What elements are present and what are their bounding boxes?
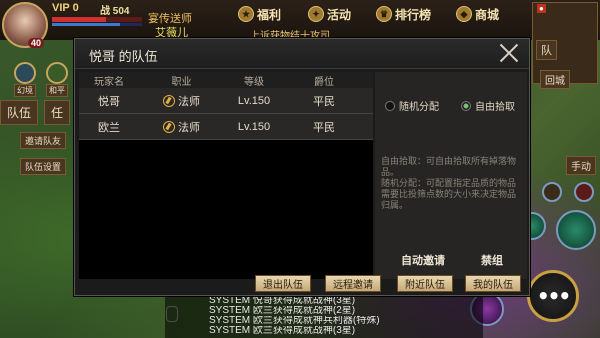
mp-bar — [52, 23, 142, 26]
loot-description: 自由拾取：可自由拾取所有掉落物品。 随机分配：可配置指定品质的物品需要比投筛点数… — [381, 156, 517, 210]
skill-icon-1[interactable] — [556, 210, 596, 250]
shop-icon: ◆ — [456, 6, 472, 22]
random-distribution-option[interactable]: 随机分配 — [385, 98, 439, 113]
auto-invite-toggle[interactable]: 自动邀请 — [401, 252, 445, 268]
member-level: Lv.150 — [237, 120, 271, 133]
peace-mode-icon[interactable] — [46, 62, 68, 84]
peace-mode-label: 和平 — [46, 84, 68, 97]
more-icon: ••• — [536, 284, 571, 308]
free-pickup-option[interactable]: 自由拾取 — [461, 98, 515, 113]
forbid-team-toggle[interactable]: 禁组 — [481, 252, 503, 268]
col-rank: 爵位 — [314, 76, 334, 88]
flag-icon: ✦ — [308, 6, 324, 22]
my-team-button[interactable]: 我的队伍 — [465, 275, 521, 292]
table-header: 玩家名 职业 等级 爵位 — [79, 72, 373, 88]
dialog-header: 悦哥 的队伍 — [75, 39, 529, 69]
col-player-name: 玩家名 — [94, 76, 124, 88]
invite-teammate-button[interactable]: 邀请队友 — [20, 132, 67, 149]
random-radio[interactable] — [385, 100, 395, 111]
table-row[interactable]: 悦哥 法师 Lv.150 平民 — [79, 88, 373, 114]
close-icon[interactable] — [499, 43, 519, 63]
chat-line: SYSTEM 欧兰获得成就神兵利器(特殊) — [209, 316, 380, 326]
member-name: 欧兰 — [98, 121, 120, 134]
events-button[interactable]: ✦ 活动 — [308, 3, 351, 25]
member-rank: 平民 — [313, 95, 335, 108]
member-name: 悦哥 — [98, 95, 120, 108]
team-settings-button[interactable]: 队伍设置 — [20, 158, 67, 175]
team-member-table: 玩家名 职业 等级 爵位 悦哥 法师 Lv.150 平民 欧兰 法师 Lv.15… — [79, 72, 373, 279]
member-class: 法师 — [139, 93, 224, 109]
chat-line: SYSTEM 欧兰获得成就战神(3星) — [209, 326, 356, 336]
illusion-label: 幻境 — [14, 84, 36, 97]
leaderboard-button[interactable]: ♛ 排行榜 — [376, 3, 431, 25]
chat-line: SYSTEM 悦哥获得成就战神(3星) — [209, 296, 356, 306]
member-class: 法师 — [139, 119, 224, 135]
hp-bar — [52, 17, 142, 22]
col-level: 等级 — [244, 76, 264, 88]
item-slot-1[interactable] — [542, 182, 562, 202]
leave-team-button[interactable]: 退出队伍 — [255, 275, 311, 292]
player-level-badge: 40 — [28, 38, 45, 48]
trophy-icon: ♛ — [376, 6, 392, 22]
team-side-label[interactable]: 队 — [536, 40, 557, 60]
welfare-button[interactable]: ★ 福利 — [238, 3, 281, 25]
minimap-label: ● — [537, 4, 546, 13]
chat-line: SYSTEM 欧兰获得成就战神(2星) — [209, 306, 356, 316]
return-city-button[interactable]: 回城 — [540, 70, 570, 89]
dialog-title: 悦哥 的队伍 — [89, 49, 158, 64]
nearby-teams-button[interactable]: 附近队伍 — [397, 275, 453, 292]
vip-label[interactable]: VIP 0 — [52, 2, 79, 14]
mage-class-icon — [163, 94, 175, 107]
team-tab[interactable]: 队伍 — [0, 100, 39, 125]
chat-bubble-button[interactable]: ••• — [527, 270, 579, 322]
table-row[interactable]: 欧兰 法师 Lv.150 平民 — [79, 114, 373, 140]
illusion-icon[interactable] — [14, 62, 36, 84]
quest-tab[interactable]: 任 — [44, 100, 71, 125]
free-pickup-radio[interactable] — [461, 100, 471, 111]
dialog-button-bar: 退出队伍 远程邀请 附近队伍 我的队伍 — [79, 273, 527, 293]
manual-mode-button[interactable]: 手动 — [566, 156, 596, 175]
member-rank: 平民 — [313, 121, 335, 134]
chat-log[interactable]: SYSTEM 悦哥获得成就战神(3星) SYSTEM 欧兰获得成就战神(2星) … — [165, 296, 483, 338]
col-class: 职业 — [171, 76, 192, 88]
mage-class-icon — [163, 120, 175, 133]
loot-settings-panel: 随机分配 自由拾取 自由拾取：可自由拾取所有掉落物品。 随机分配：可配置指定品质… — [375, 72, 527, 279]
member-level: Lv.150 — [237, 94, 271, 107]
gift-icon: ★ — [238, 6, 254, 22]
combat-power-label: 战 504 — [100, 6, 130, 17]
shop-button[interactable]: ◆ 商城 — [456, 3, 499, 25]
remote-invite-button[interactable]: 远程邀请 — [325, 275, 381, 292]
item-slot-2[interactable] — [574, 182, 594, 202]
team-dialog: 悦哥 的队伍 玩家名 职业 等级 爵位 悦哥 法师 Lv.150 平民 欧兰 法… — [74, 38, 530, 296]
